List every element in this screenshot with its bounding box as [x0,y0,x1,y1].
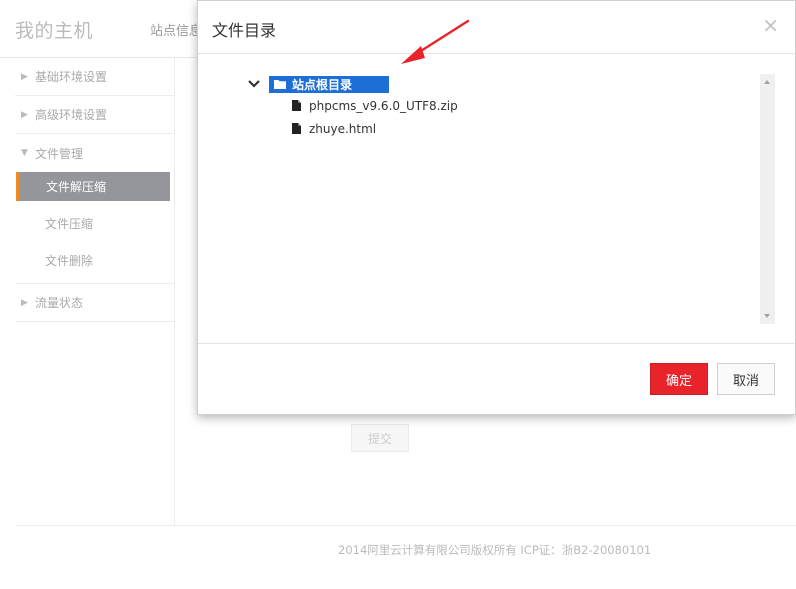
sidebar-group-basic-env[interactable]: ▶ 基础环境设置 [15,58,174,96]
tree-file-label: phpcms_v9.6.0_UTF8.zip [309,98,458,113]
folder-icon [274,80,286,89]
scroll-up-icon[interactable] [764,80,770,84]
sidebar-item-delete[interactable]: 文件删除 [15,242,174,279]
scroll-down-icon[interactable] [764,314,770,318]
file-directory-dialog: 文件目录 × 站点根目录 phpcms_v9.6.0_UTF8.zip zhuy… [197,0,796,415]
sidebar-group-label: 文件管理 [35,146,84,161]
tree-file-label: zhuye.html [309,121,377,136]
sidebar-subitems: 文件解压缩 文件压缩 文件删除 [15,172,174,284]
dialog-body: 站点根目录 phpcms_v9.6.0_UTF8.zip zhuye.html [198,54,795,344]
sidebar-group-label: 流量状态 [35,296,84,310]
sidebar-group-label: 基础环境设置 [35,70,108,84]
close-icon[interactable]: × [762,15,779,35]
submit-button[interactable]: 提交 [351,424,409,452]
tree-root-text: 站点根目录 [292,77,353,92]
tree-children: phpcms_v9.6.0_UTF8.zip zhuye.html [248,94,458,140]
confirm-button[interactable]: 确定 [650,363,708,395]
caret-down-icon: ▼ [21,148,28,158]
sidebar-item-zip[interactable]: 文件压缩 [15,205,174,242]
sidebar-group-traffic[interactable]: ▶ 流量状态 [15,284,174,322]
brand-title: 我的主机 [15,20,94,42]
tree-root-label[interactable]: 站点根目录 [269,75,389,93]
sidebar-group-advanced-env[interactable]: ▶ 高级环境设置 [15,96,174,134]
caret-right-icon: ▶ [21,297,28,308]
tree-scrollbar[interactable] [760,74,775,324]
sidebar-group-label: 高级环境设置 [35,108,108,122]
sidebar: ▶ 基础环境设置 ▶ 高级环境设置 ▼ 文件管理 文件解压缩 文件压缩 文件删除… [15,58,175,525]
sidebar-group-file-manage[interactable]: ▼ 文件管理 [15,134,174,172]
file-tree: 站点根目录 phpcms_v9.6.0_UTF8.zip zhuye.html [248,74,458,140]
sidebar-item-unzip[interactable]: 文件解压缩 [16,172,170,201]
copyright-text: 2014阿里云计算有限公司版权所有 ICP证：浙B2-20080101 [338,543,652,557]
tab-site-info[interactable]: 站点信息 [150,20,202,39]
caret-right-icon: ▶ [21,71,28,82]
tree-file-item[interactable]: zhuye.html [292,117,458,140]
page-footer: 2014阿里云计算有限公司版权所有 ICP证：浙B2-20080101 [15,525,796,589]
tree-file-item[interactable]: phpcms_v9.6.0_UTF8.zip [292,94,458,117]
tree-root-node[interactable]: 站点根目录 [248,74,458,94]
file-icon [292,123,301,134]
dialog-title: 文件目录 [212,21,277,40]
cancel-button[interactable]: 取消 [717,363,775,395]
chevron-down-icon[interactable] [248,76,268,92]
dialog-header: 文件目录 × [198,1,795,54]
file-icon [292,100,301,111]
caret-right-icon: ▶ [21,109,28,120]
